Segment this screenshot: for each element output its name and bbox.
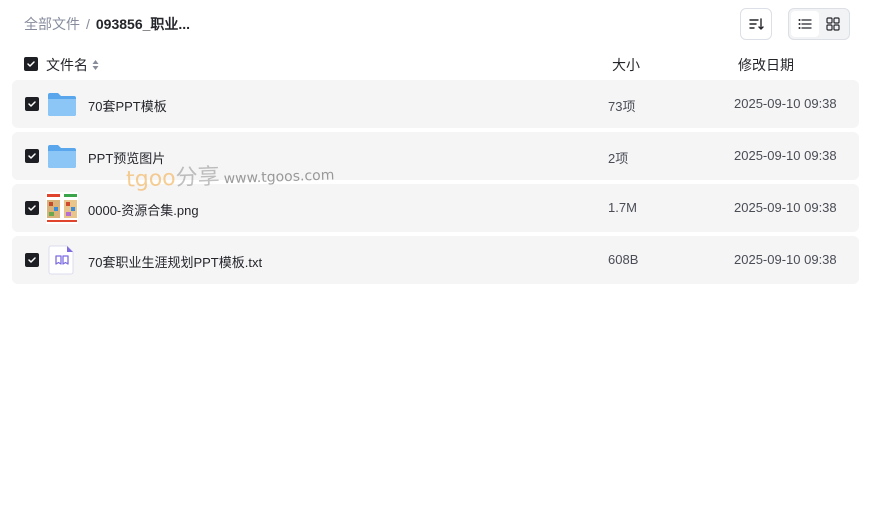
text-file-icon	[48, 245, 74, 275]
table-header: 文件名 大小 修改日期	[12, 52, 859, 76]
file-size: 2项	[608, 151, 629, 166]
row-checkbox[interactable]	[25, 97, 39, 111]
file-name: 0000-资源合集.png	[88, 203, 199, 218]
file-row[interactable]: 70套PPT模板 73项 2025-09-10 09:38	[12, 80, 859, 128]
check-icon	[28, 153, 36, 159]
check-icon	[27, 61, 35, 67]
file-size: 608B	[608, 252, 639, 267]
column-header-name[interactable]: 文件名	[46, 55, 99, 75]
list-view-button[interactable]	[791, 11, 819, 37]
grid-view-icon	[826, 17, 840, 31]
check-icon	[28, 257, 36, 263]
breadcrumb: 全部文件 / 093856_职业...	[24, 14, 190, 34]
sort-button[interactable]	[740, 8, 772, 40]
file-name: PPT预览图片	[88, 151, 166, 166]
folder-icon	[48, 93, 76, 116]
file-name: 70套PPT模板	[88, 99, 167, 114]
file-row[interactable]: 70套职业生涯规划PPT模板.txt 608B 2025-09-10 09:38	[12, 236, 859, 284]
file-size: 1.7M	[608, 200, 637, 215]
file-date: 2025-09-10 09:38	[734, 96, 837, 111]
file-row[interactable]: 0000-资源合集.png 1.7M 2025-09-10 09:38	[12, 184, 859, 232]
column-header-date: 修改日期	[738, 57, 794, 73]
list-view-icon	[798, 19, 812, 29]
file-row[interactable]: PPT预览图片 2项 2025-09-10 09:38	[12, 132, 859, 180]
file-name: 70套职业生涯规划PPT模板.txt	[88, 255, 263, 270]
folder-icon	[48, 145, 76, 168]
row-checkbox[interactable]	[25, 201, 39, 215]
breadcrumb-root-link[interactable]: 全部文件	[24, 14, 80, 34]
breadcrumb-separator: /	[86, 16, 90, 32]
row-checkbox[interactable]	[25, 253, 39, 267]
column-header-size: 大小	[612, 57, 640, 73]
top-bar: 全部文件 / 093856_职业...	[0, 0, 874, 48]
check-icon	[28, 101, 36, 107]
file-date: 2025-09-10 09:38	[734, 200, 837, 215]
image-thumbnail-icon	[46, 192, 78, 224]
file-list: 70套PPT模板 73项 2025-09-10 09:38 PPT预览图片 2项…	[12, 80, 859, 288]
sort-toggle-icon	[92, 60, 99, 70]
file-size: 73项	[608, 99, 636, 114]
view-toggle	[788, 8, 850, 40]
file-date: 2025-09-10 09:38	[734, 252, 837, 267]
check-icon	[28, 205, 36, 211]
file-date: 2025-09-10 09:38	[734, 148, 837, 163]
column-header-name-label: 文件名	[46, 57, 88, 73]
grid-view-button[interactable]	[819, 11, 847, 37]
row-checkbox[interactable]	[25, 149, 39, 163]
breadcrumb-current-folder: 093856_职业...	[95, 16, 191, 32]
sort-icon	[749, 18, 764, 30]
select-all-checkbox[interactable]	[24, 57, 38, 71]
